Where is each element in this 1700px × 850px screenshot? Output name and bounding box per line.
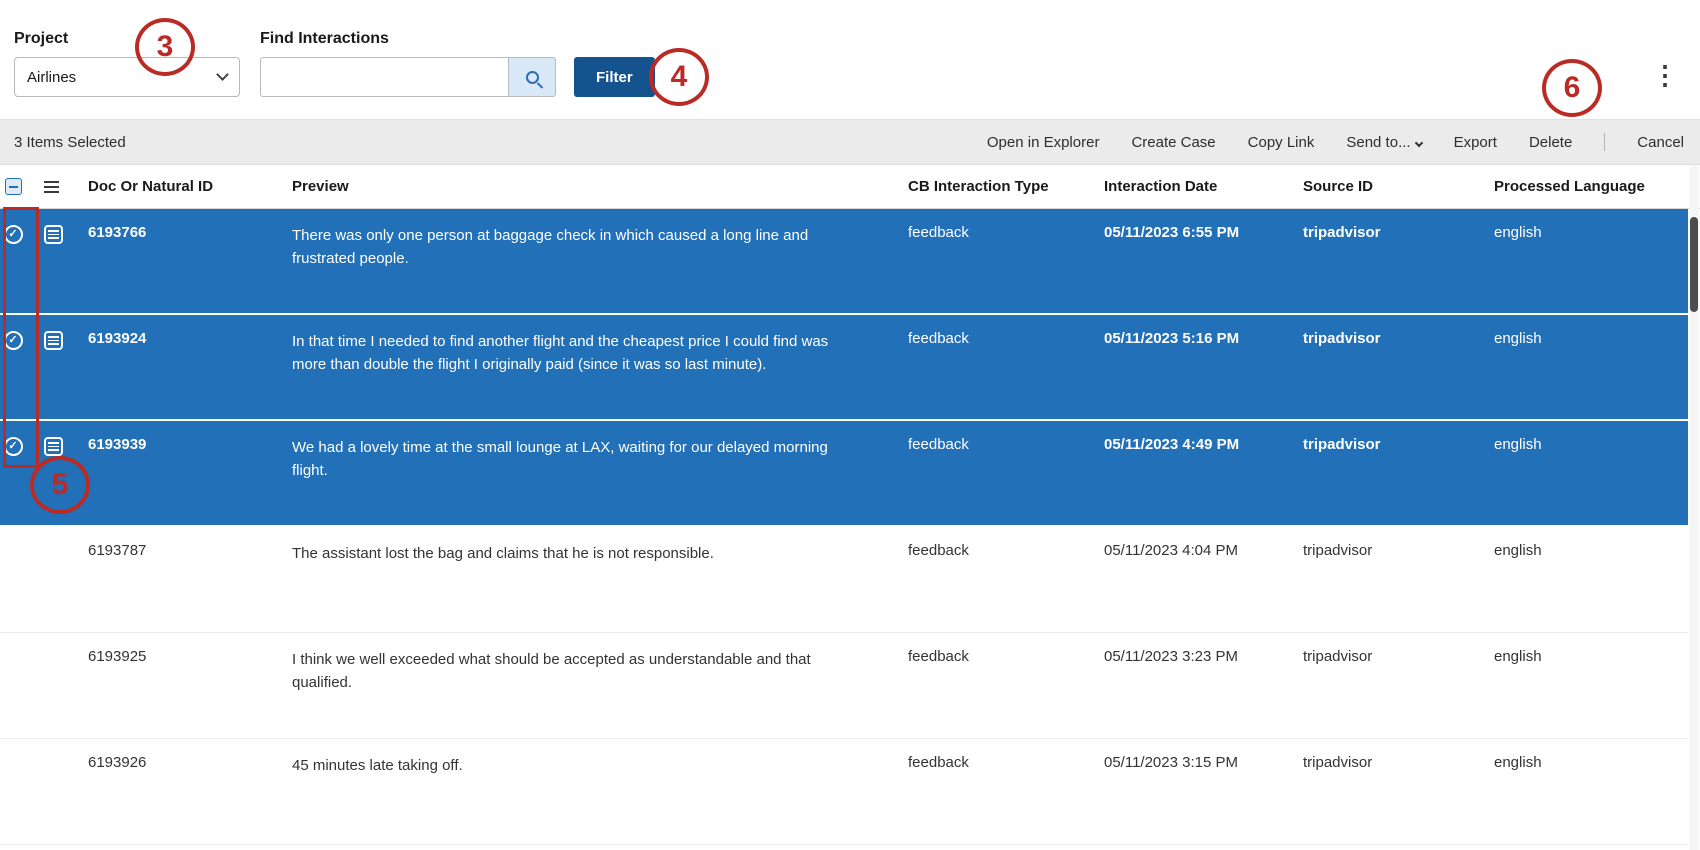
- find-interactions-field: Find Interactions Filter: [260, 30, 655, 97]
- toolbar-actions: Open in Explorer Create Case Copy Link S…: [987, 133, 1684, 151]
- table-row[interactable]: 6193787The assistant lost the bag and cl…: [0, 527, 1688, 633]
- processed-language: english: [1494, 739, 1688, 844]
- interactions-page: Project Airlines Find Interactions Filte…: [0, 0, 1700, 850]
- selected-count: 3 Items Selected: [14, 134, 126, 151]
- preview-text: The assistant lost the bag and claims th…: [292, 527, 908, 632]
- doc-id: 6193766: [88, 209, 292, 313]
- column-menu-icon[interactable]: [44, 180, 59, 193]
- interaction-type: feedback: [908, 527, 1104, 632]
- doc-id: 6193926: [88, 739, 292, 844]
- column-header-interaction-type[interactable]: CB Interaction Type: [908, 178, 1104, 195]
- action-delete[interactable]: Delete: [1529, 134, 1572, 151]
- doc-id: 6193924: [88, 315, 292, 419]
- table-row[interactable]: ✓ 6193924In that time I needed to find an…: [0, 315, 1688, 421]
- doc-id: 6193787: [88, 527, 292, 632]
- source-id: tripadvisor: [1303, 315, 1494, 419]
- selected-check-icon[interactable]: ✓: [4, 225, 23, 244]
- top-bar: Project Airlines Find Interactions Filte…: [0, 0, 1700, 119]
- table-row[interactable]: 6193925I think we well exceeded what sho…: [0, 633, 1688, 739]
- column-header-interaction-date[interactable]: Interaction Date: [1104, 178, 1303, 195]
- project-select-value: Airlines: [27, 69, 76, 86]
- processed-language: english: [1494, 633, 1688, 738]
- interaction-type: feedback: [908, 209, 1104, 313]
- interaction-date: 05/11/2023 6:55 PM: [1104, 209, 1303, 313]
- preview-text: In that time I needed to find another fl…: [292, 315, 908, 419]
- interaction-type: feedback: [908, 315, 1104, 419]
- table-row[interactable]: ✓ 6193939We had a lovely time at the smal…: [0, 421, 1688, 527]
- vertical-scrollbar-thumb[interactable]: [1690, 217, 1698, 312]
- action-open-in-explorer[interactable]: Open in Explorer: [987, 134, 1100, 151]
- filter-button[interactable]: Filter: [574, 57, 655, 97]
- kebab-menu-icon[interactable]: ⋮: [1646, 58, 1684, 92]
- table-row[interactable]: ✓ 6193766There was only one person at bag…: [0, 209, 1688, 315]
- project-field: Project Airlines: [14, 30, 240, 97]
- chevron-down-icon: [1414, 139, 1422, 147]
- table-row[interactable]: 619392645 minutes late taking off.feedba…: [0, 739, 1688, 845]
- selected-check-icon[interactable]: ✓: [4, 437, 23, 456]
- interaction-date: 05/11/2023 4:49 PM: [1104, 421, 1303, 525]
- table-header-row: Doc Or Natural ID Preview CB Interaction…: [0, 165, 1700, 209]
- processed-language: english: [1494, 209, 1688, 313]
- doc-id: 6193939: [88, 421, 292, 525]
- action-copy-link[interactable]: Copy Link: [1248, 134, 1315, 151]
- source-id: tripadvisor: [1303, 633, 1494, 738]
- action-cancel[interactable]: Cancel: [1637, 134, 1684, 151]
- preview-text: We had a lovely time at the small lounge…: [292, 421, 908, 525]
- processed-language: english: [1494, 527, 1688, 632]
- preview-text: There was only one person at baggage che…: [292, 209, 908, 313]
- selected-check-icon[interactable]: ✓: [4, 331, 23, 350]
- interaction-date: 05/11/2023 3:15 PM: [1104, 739, 1303, 844]
- action-export[interactable]: Export: [1454, 134, 1497, 151]
- column-header-source-id[interactable]: Source ID: [1303, 178, 1494, 195]
- processed-language: english: [1494, 421, 1688, 525]
- column-header-preview[interactable]: Preview: [292, 175, 908, 198]
- row-menu-icon[interactable]: [44, 331, 63, 350]
- column-header-doc-id[interactable]: Doc Or Natural ID: [88, 178, 292, 195]
- source-id: tripadvisor: [1303, 527, 1494, 632]
- row-menu-icon[interactable]: [44, 437, 63, 456]
- interaction-type: feedback: [908, 633, 1104, 738]
- find-interactions-label: Find Interactions: [260, 30, 655, 48]
- select-all-checkbox[interactable]: [5, 178, 22, 195]
- project-select[interactable]: Airlines: [14, 57, 240, 97]
- interaction-date: 05/11/2023 5:16 PM: [1104, 315, 1303, 419]
- row-menu-icon[interactable]: [44, 225, 63, 244]
- interaction-date: 05/11/2023 4:04 PM: [1104, 527, 1303, 632]
- table-body: ✓ 6193766There was only one person at bag…: [0, 209, 1688, 845]
- interactions-table: Doc Or Natural ID Preview CB Interaction…: [0, 165, 1700, 845]
- search-input[interactable]: [260, 57, 508, 97]
- search-icon: [526, 71, 539, 84]
- source-id: tripadvisor: [1303, 209, 1494, 313]
- interaction-type: feedback: [908, 739, 1104, 844]
- source-id: tripadvisor: [1303, 739, 1494, 844]
- chevron-down-icon: [216, 68, 229, 81]
- interaction-type: feedback: [908, 421, 1104, 525]
- toolbar-divider: [1604, 133, 1605, 151]
- column-header-processed-language[interactable]: Processed Language: [1494, 178, 1700, 195]
- preview-text: 45 minutes late taking off.: [292, 739, 908, 844]
- preview-text: I think we well exceeded what should be …: [292, 633, 908, 738]
- project-label: Project: [14, 30, 240, 48]
- processed-language: english: [1494, 315, 1688, 419]
- selection-toolbar: 3 Items Selected Open in Explorer Create…: [0, 119, 1700, 165]
- doc-id: 6193925: [88, 633, 292, 738]
- interaction-date: 05/11/2023 3:23 PM: [1104, 633, 1303, 738]
- action-create-case[interactable]: Create Case: [1131, 134, 1215, 151]
- action-send-to[interactable]: Send to...: [1346, 134, 1421, 151]
- search-button[interactable]: [508, 57, 556, 97]
- action-send-to-label: Send to...: [1346, 134, 1410, 151]
- source-id: tripadvisor: [1303, 421, 1494, 525]
